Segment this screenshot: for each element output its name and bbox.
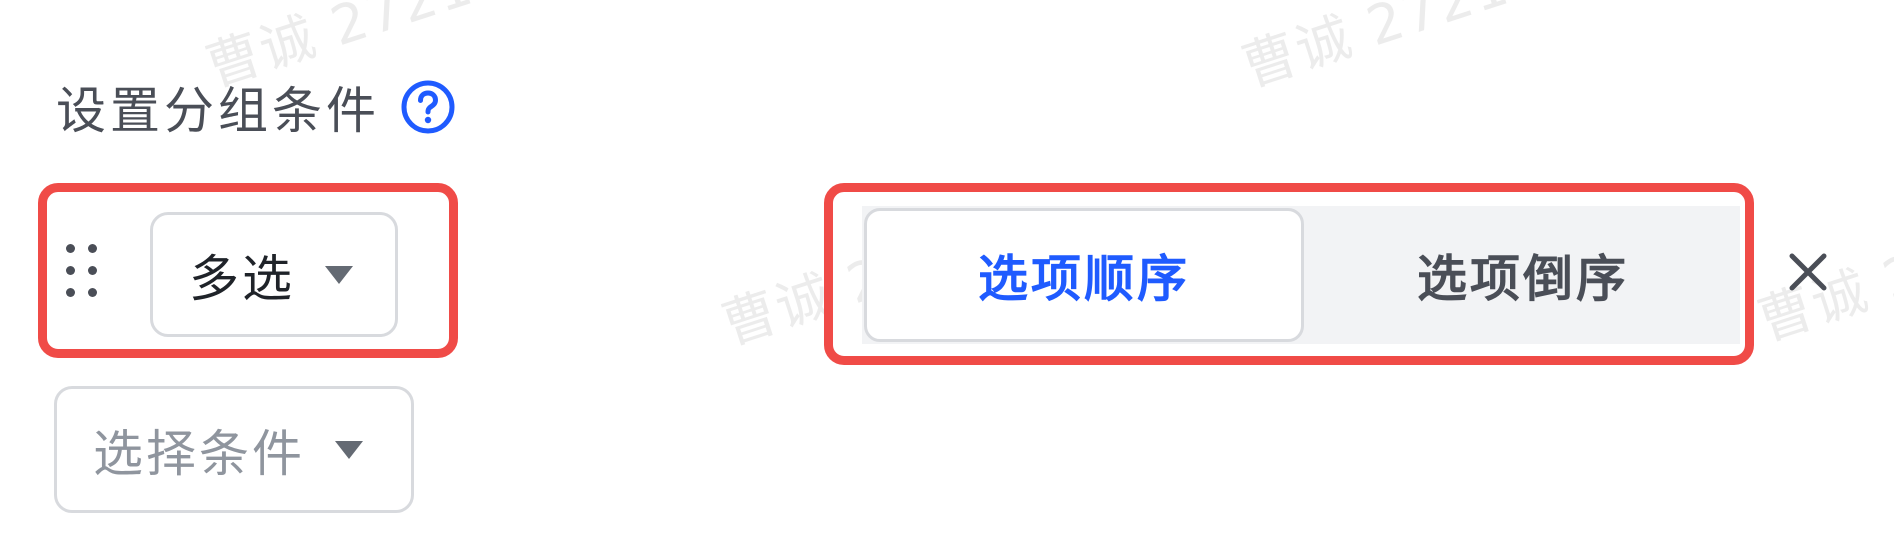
drag-dot [66, 288, 75, 297]
drag-handle-icon[interactable] [64, 242, 104, 298]
condition-placeholder: 选择条件 [93, 424, 305, 483]
field-type-select[interactable]: 多选 [150, 212, 398, 337]
drag-dot [88, 244, 97, 253]
drag-dot [88, 288, 97, 297]
section-header: 设置分组条件 [56, 72, 456, 142]
sort-order-toggle: 选项顺序 选项倒序 [862, 206, 1740, 344]
group-condition-panel: 曹诚 2721 曹诚 2721 曹诚 2721 曹诚 2721 设置分组条件 多… [0, 0, 1894, 544]
close-icon[interactable] [1784, 248, 1832, 296]
option-order-desc-button[interactable]: 选项倒序 [1306, 206, 1740, 344]
field-type-value: 多选 [189, 249, 295, 308]
drag-dot [88, 266, 97, 275]
section-title: 设置分组条件 [56, 82, 380, 140]
caret-down-icon [325, 265, 353, 284]
drag-dot [66, 266, 75, 275]
caret-down-icon [335, 440, 363, 459]
watermark: 曹诚 2721 [1234, 0, 1518, 99]
question-circle-icon[interactable] [400, 79, 456, 135]
condition-select[interactable]: 选择条件 [54, 386, 414, 513]
drag-dot [66, 244, 75, 253]
option-order-asc-button[interactable]: 选项顺序 [864, 208, 1304, 342]
